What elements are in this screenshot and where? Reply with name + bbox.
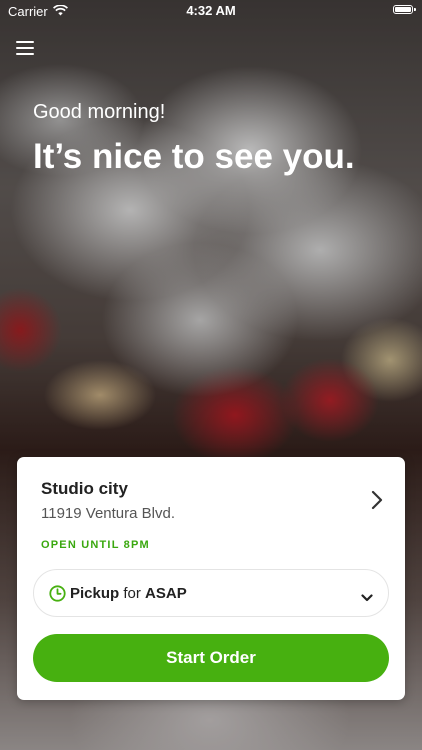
start-order-button[interactable]: Start Order — [33, 634, 389, 682]
store-hours-status: OPEN UNTIL 8PM — [41, 539, 150, 551]
order-connector: for — [123, 585, 141, 602]
greeting-text: Good morning! — [33, 101, 166, 123]
chevron-right-icon — [371, 490, 383, 515]
chevron-down-icon — [361, 589, 373, 607]
order-time: ASAP — [145, 585, 187, 602]
order-type-dropdown[interactable]: Pickup for ASAP — [33, 569, 389, 617]
clock-icon — [49, 585, 66, 607]
store-selector[interactable]: Studio city 11919 Ventura Blvd. — [17, 457, 405, 537]
headline-text: It’s nice to see you. — [33, 137, 355, 176]
order-type-label: Pickup for ASAP — [70, 585, 187, 602]
status-bar: Carrier 4:32 AM — [0, 0, 422, 22]
order-mode: Pickup — [70, 585, 120, 602]
battery-icon — [393, 5, 416, 14]
hamburger-menu-icon[interactable] — [16, 40, 34, 56]
status-time: 4:32 AM — [186, 3, 236, 18]
store-address: 11919 Ventura Blvd. — [41, 505, 175, 522]
location-card: Studio city 11919 Ventura Blvd. OPEN UNT… — [17, 457, 405, 700]
store-name: Studio city — [41, 479, 128, 498]
